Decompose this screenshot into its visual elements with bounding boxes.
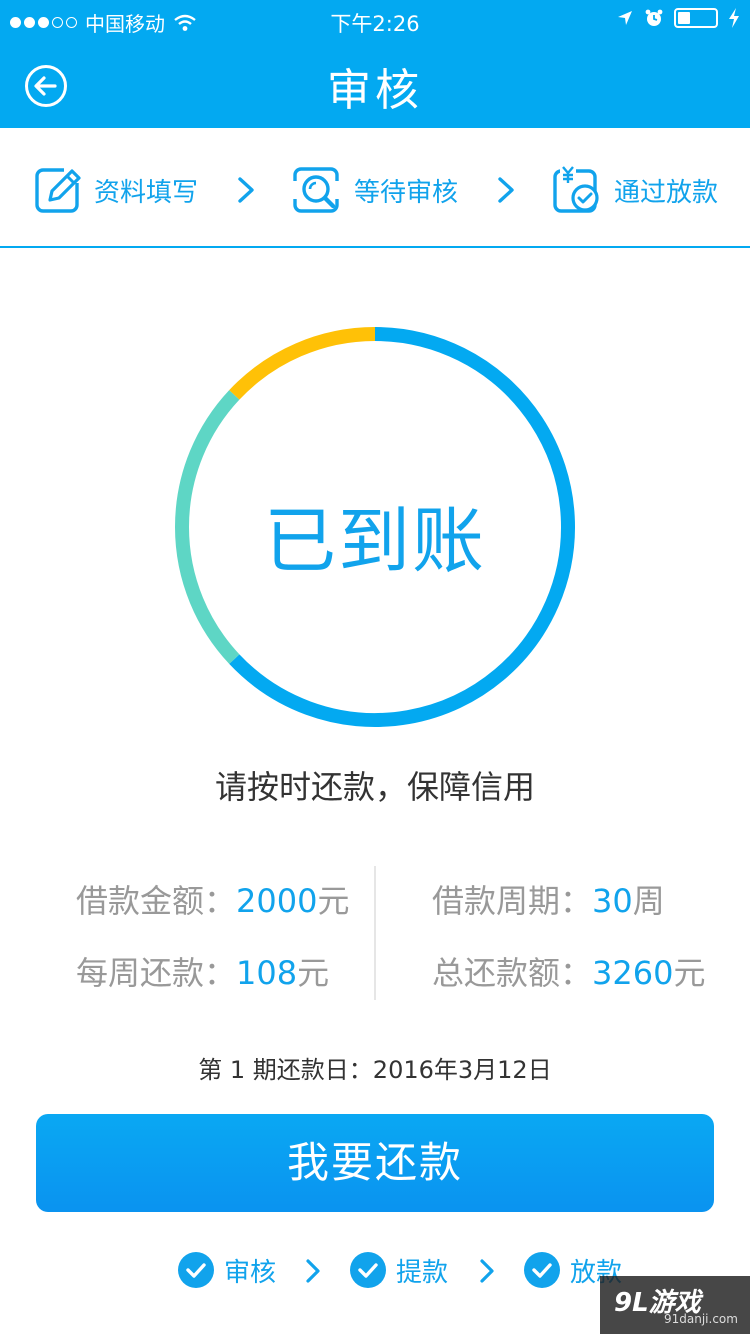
progress-step-label: 审核 [224,1257,277,1288]
loan-period-unit: 周 [632,882,665,920]
total-repayment-unit: 元 [673,954,706,992]
weekly-payment-unit: 元 [297,954,330,992]
loan-amount-unit: 元 [317,882,350,920]
repay-button[interactable]: 我要还款 [36,1114,714,1212]
progress-step-review: 审核 [178,1250,276,1290]
step-label: 等待审核 [354,177,459,208]
step-label: 资料填写 [94,177,199,208]
steps-bar: 资料填写 等待审核 通过放款 [0,128,750,248]
total-repayment-value: 3260 [592,954,674,992]
location-arrow-icon [618,11,632,25]
status-right [616,8,740,28]
info-divider [374,866,376,1000]
loan-amount-value: 2000 [236,882,318,920]
battery-icon [674,8,718,28]
check-circle-icon [350,1252,386,1288]
charging-icon [729,8,739,28]
chevron-right-icon [238,177,254,203]
search-review-icon [292,167,340,213]
progress-step-withdraw: 提款 [350,1250,448,1290]
chevron-right-icon [498,177,514,203]
due-date-text: 第 1 期还款日：2016年3月12日 [198,1056,552,1084]
progress-step-label: 提款 [396,1257,449,1288]
watermark-sub: 91danji.com [664,1312,738,1326]
alarm-icon [645,9,663,26]
weekly-payment-label: 每周还款： [76,954,237,992]
weekly-payment-value: 108 [236,954,298,992]
loan-period-value: 30 [592,882,633,920]
page-title: 审核 [327,65,423,116]
step-approved-loan: 通过放款 [552,164,718,216]
weekly-payment: 每周还款：108元 [76,948,329,994]
watermark-logo: 9L游戏 91danji.com [600,1276,750,1334]
chevron-right-icon [480,1259,494,1283]
step-fill-info: 资料填写 [34,164,198,216]
app-header: 中国移动 下午2:26 审核 [0,0,750,128]
loan-amount: 借款金额：2000元 [76,876,349,922]
chevron-right-icon [306,1259,320,1283]
check-circle-icon [524,1252,560,1288]
status-bar: 中国移动 下午2:26 [0,0,750,40]
loan-amount-label: 借款金额： [76,882,237,920]
loan-period-label: 借款周期： [432,882,593,920]
loan-period: 借款周期：30周 [432,876,665,922]
edit-icon [35,165,84,213]
step-waiting-review: 等待审核 [292,164,458,216]
money-check-icon [553,165,599,213]
check-circle-icon [178,1252,214,1288]
total-repayment: 总还款额：3260元 [432,948,705,994]
step-label: 通过放款 [614,177,719,208]
ring-segment-3 [229,327,376,400]
status-text: 已到账 [263,499,486,583]
slogan-text: 请按时还款，保障信用 [214,768,535,806]
total-repayment-label: 总还款额： [432,954,593,992]
screen: 中国移动 下午2:26 审核 资料填写 等待审核 通过放款 已到账 请按时还款，… [0,0,750,1334]
